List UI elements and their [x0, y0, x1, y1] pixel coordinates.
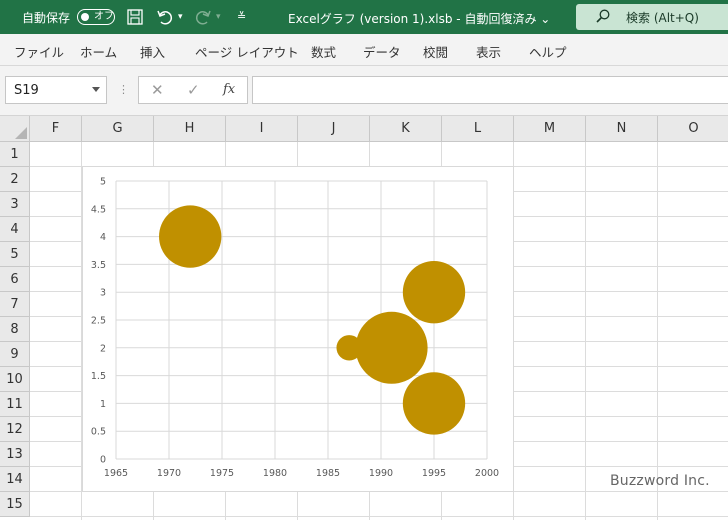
x-tick-label: 1965: [104, 468, 128, 479]
grid-column-line: [657, 142, 658, 520]
column-header-h[interactable]: H: [154, 116, 226, 142]
search-icon: [596, 9, 610, 23]
tab-view[interactable]: 表示: [476, 42, 501, 61]
tab-help[interactable]: ヘルプ: [529, 42, 567, 61]
x-tick-label: 1980: [263, 468, 287, 479]
customize-toolbar-icon[interactable]: ≚: [237, 8, 246, 26]
name-box[interactable]: S19: [5, 76, 107, 104]
chart-svg: 0 0.5 1 1.5 2 2.5 3 3.5 4 4.5 5 1965 1970 1975 1980 198…: [91, 177, 499, 480]
undo-dropdown-icon[interactable]: ▾: [178, 8, 183, 26]
x-tick-label: 2000: [475, 468, 499, 479]
save-icon[interactable]: [126, 8, 144, 26]
row-header-13[interactable]: 13: [0, 442, 30, 467]
y-tick-label: 2.5: [91, 316, 106, 327]
select-all-button[interactable]: [0, 116, 30, 142]
y-tick-label: 2: [100, 343, 106, 354]
row-header-10[interactable]: 10: [0, 367, 30, 392]
name-box-dropdown-icon[interactable]: [92, 87, 100, 92]
column-header-i[interactable]: I: [226, 116, 298, 142]
grid-row-line: [30, 516, 728, 517]
formula-bar: S19 ⋮ ✕ ✓ fx: [0, 66, 728, 116]
x-tick-label: 1990: [369, 468, 393, 479]
select-all-triangle-icon: [15, 127, 27, 139]
document-title[interactable]: Excelグラフ (version 1).xlsb - 自動回復済み ⌄: [288, 10, 550, 27]
row-header-2[interactable]: 2: [0, 167, 30, 192]
redo-icon[interactable]: [194, 8, 212, 26]
row-header-3[interactable]: 3: [0, 192, 30, 217]
watermark-text: Buzzword Inc.: [610, 473, 710, 489]
x-tick-label: 1995: [422, 468, 446, 479]
name-box-value: S19: [14, 83, 39, 98]
bubble-point: [402, 372, 466, 435]
toggle-knob: [81, 13, 89, 21]
y-tick-label: 1: [100, 399, 106, 410]
tab-file[interactable]: ファイル: [14, 42, 64, 61]
row-header-14[interactable]: 14: [0, 467, 30, 492]
column-header-f[interactable]: F: [30, 116, 82, 142]
search-label: 検索 (Alt+Q): [626, 11, 699, 25]
y-tick-label: 0: [100, 455, 106, 466]
row-header-11[interactable]: 11: [0, 392, 30, 417]
x-tick-label: 1970: [157, 468, 181, 479]
bubble-point: [402, 261, 466, 324]
tab-review[interactable]: 校閲: [423, 42, 448, 61]
column-header-k[interactable]: K: [370, 116, 442, 142]
row-header-9[interactable]: 9: [0, 342, 30, 367]
row-header-1[interactable]: 1: [0, 142, 30, 167]
x-tick-label: 1975: [210, 468, 234, 479]
column-header-m[interactable]: M: [514, 116, 586, 142]
ribbon-tabs: ファイル ホーム 挿入 ページ レイアウト 数式 データ 校閲 表示 ヘルプ: [0, 34, 728, 66]
bubble-chart[interactable]: 0 0.5 1 1.5 2 2.5 3 3.5 4 4.5 5 1965 1970 1975 1980 198…: [82, 166, 514, 492]
y-tick-label: 1.5: [91, 371, 106, 382]
redo-dropdown-icon[interactable]: ▾: [216, 8, 221, 26]
enter-icon[interactable]: ✓: [187, 81, 200, 99]
y-tick-label: 0.5: [91, 427, 106, 438]
tab-home[interactable]: ホーム: [80, 42, 117, 61]
insert-function-icon[interactable]: fx: [223, 82, 235, 97]
column-header-g[interactable]: G: [82, 116, 154, 142]
formula-bar-grip-icon[interactable]: ⋮: [118, 83, 129, 96]
undo-icon[interactable]: [156, 8, 174, 26]
formula-input[interactable]: [252, 76, 728, 104]
y-tick-label: 3.5: [91, 260, 106, 271]
column-header-l[interactable]: L: [442, 116, 514, 142]
row-header-12[interactable]: 12: [0, 417, 30, 442]
search-box[interactable]: 検索 (Alt+Q): [576, 4, 728, 30]
autosave-label: 自動保存: [22, 11, 71, 25]
x-tick-label: 1985: [316, 468, 340, 479]
tab-page-layout[interactable]: ページ レイアウト: [195, 42, 299, 61]
column-header-j[interactable]: J: [298, 116, 370, 142]
y-tick-label: 5: [100, 177, 106, 188]
cancel-icon[interactable]: ✕: [151, 81, 164, 99]
y-tick-label: 4.5: [91, 204, 106, 215]
grid-column-line: [585, 142, 586, 520]
row-header-5[interactable]: 5: [0, 242, 30, 267]
tab-formulas[interactable]: 数式: [311, 42, 336, 61]
tab-insert[interactable]: 挿入: [140, 42, 165, 61]
bubble-point: [355, 311, 428, 384]
autosave-state: オフ: [94, 11, 114, 22]
row-header-6[interactable]: 6: [0, 267, 30, 292]
row-header-15[interactable]: 15: [0, 492, 30, 517]
row-header-7[interactable]: 7: [0, 292, 30, 317]
column-header-o[interactable]: O: [658, 116, 728, 142]
bubble-point: [159, 205, 222, 268]
y-tick-label: 4: [100, 232, 106, 243]
formula-buttons: ✕ ✓ fx: [138, 76, 248, 104]
autosave-toggle[interactable]: オフ: [77, 9, 115, 25]
column-header-n[interactable]: N: [586, 116, 658, 142]
row-header-8[interactable]: 8: [0, 317, 30, 342]
tab-data[interactable]: データ: [363, 42, 401, 61]
y-tick-label: 3: [100, 288, 106, 299]
title-bar: 自動保存 オフ ▾ ▾ ≚ Excelグラフ (version 1).xlsb …: [0, 0, 728, 34]
row-header-4[interactable]: 4: [0, 217, 30, 242]
